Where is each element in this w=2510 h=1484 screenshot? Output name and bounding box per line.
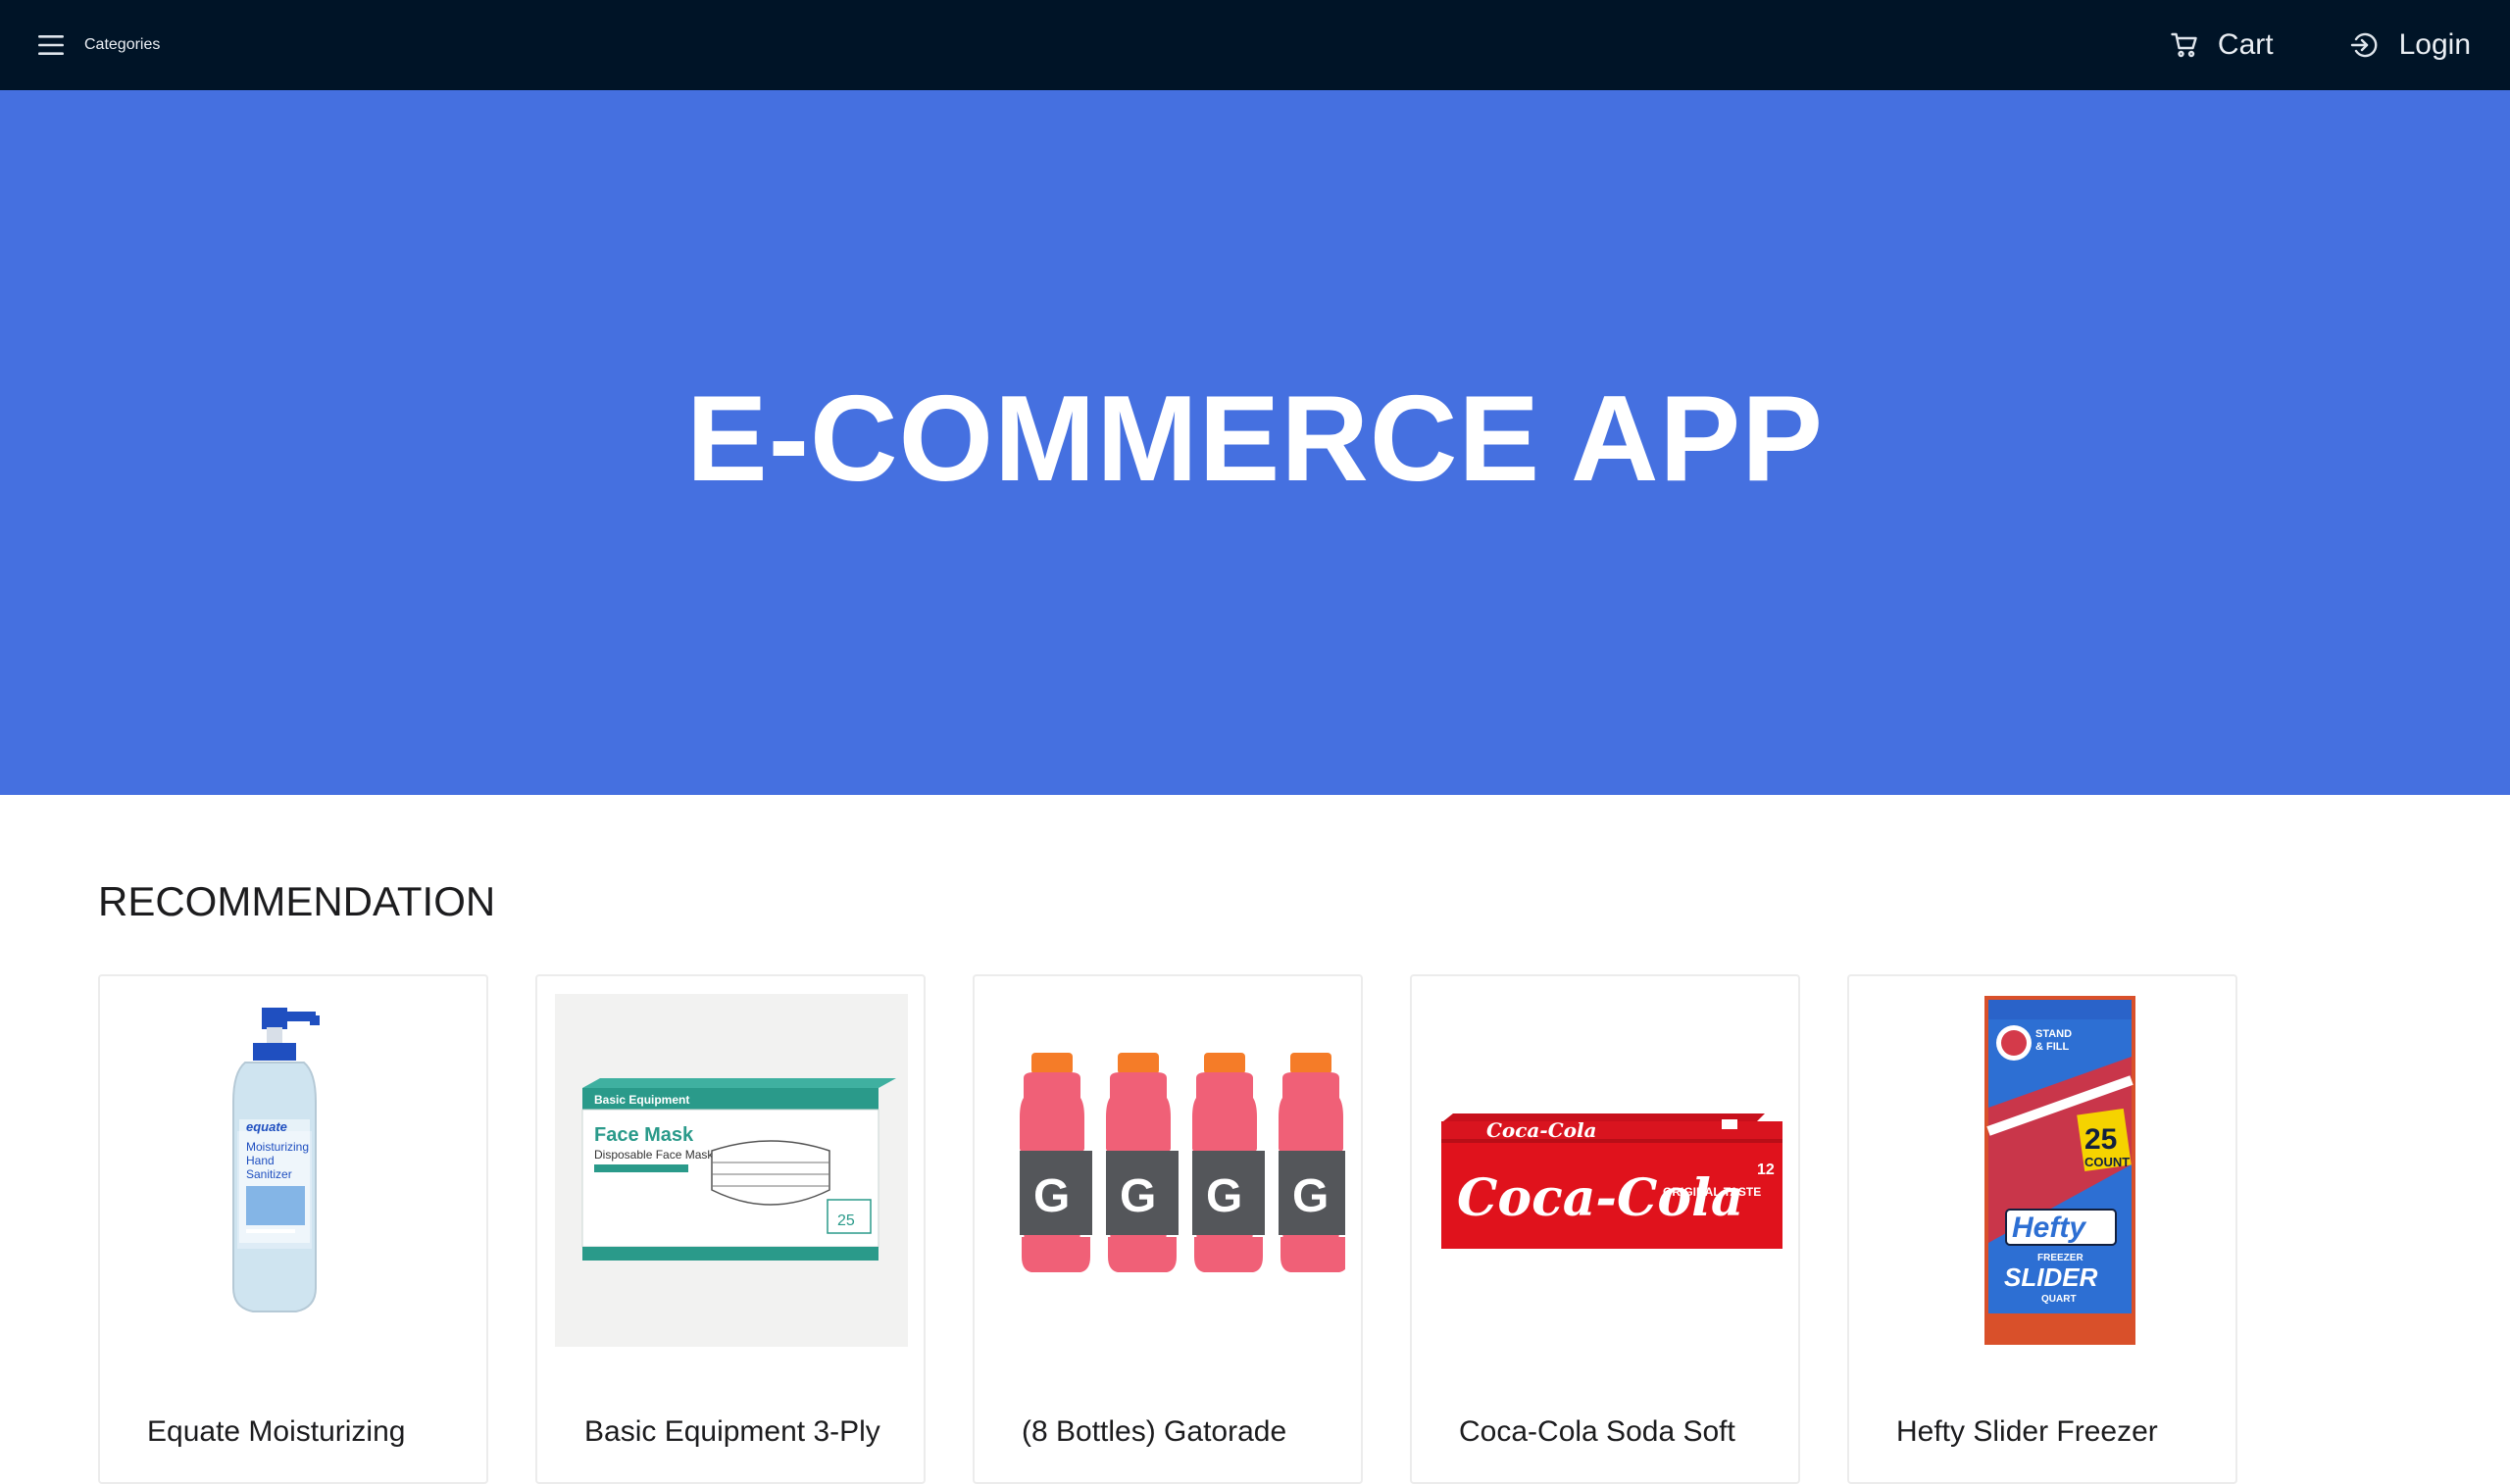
svg-text:STAND: STAND [2035, 1028, 2072, 1040]
svg-text:Basic Equipment: Basic Equipment [594, 1093, 689, 1107]
categories-menu-button[interactable]: Categories [37, 0, 160, 90]
svg-text:Face Mask: Face Mask [594, 1124, 694, 1146]
svg-text:G: G [1120, 1170, 1156, 1222]
product-image-gatorade: GGGG [992, 994, 1345, 1347]
svg-text:Disposable Face Mask: Disposable Face Mask [594, 1148, 714, 1162]
svg-text:25: 25 [837, 1212, 855, 1229]
product-card[interactable]: Basic Equipment Face Mask Disposable Fac… [535, 974, 926, 1484]
svg-text:Moisturizing: Moisturizing [246, 1140, 309, 1154]
svg-text:Sanitizer: Sanitizer [246, 1167, 292, 1181]
product-image-hefty-slider: STAND & FILL 25 COUNT Hefty FREEZER SLID… [1867, 994, 2220, 1347]
login-label: Login [2398, 28, 2471, 61]
login-button[interactable]: Login [2350, 28, 2471, 62]
svg-text:G: G [1033, 1170, 1070, 1222]
product-card[interactable]: Coca-Cola Coca-Cola ORIGINAL TASTE 12 Co… [1410, 974, 1800, 1484]
product-image-coca-cola: Coca-Cola Coca-Cola ORIGINAL TASTE 12 [1430, 994, 1782, 1347]
gatorade-bottle: G [1020, 1053, 1092, 1272]
svg-text:G: G [1292, 1170, 1329, 1222]
svg-text:Coca-Cola: Coca-Cola [1486, 1118, 1597, 1142]
product-image-face-mask: Basic Equipment Face Mask Disposable Fac… [555, 994, 908, 1347]
product-grid: equate Moisturizing Hand Sanitizer Equat… [98, 974, 2237, 1484]
cart-label: Cart [2217, 28, 2274, 61]
cart-button[interactable]: Cart [2171, 28, 2274, 62]
svg-text:COUNT: COUNT [2084, 1155, 2130, 1169]
product-title: Basic Equipment 3-Ply [584, 1415, 880, 1448]
login-icon [2350, 30, 2380, 60]
product-title: Equate Moisturizing [147, 1415, 406, 1448]
gatorade-bottle: G [1106, 1053, 1179, 1272]
gatorade-bottle: G [1192, 1053, 1265, 1272]
svg-text:SLIDER: SLIDER [2004, 1262, 2098, 1292]
section-title: RECOMMENDATION [98, 878, 496, 924]
product-image-hand-sanitizer: equate Moisturizing Hand Sanitizer [118, 994, 471, 1347]
product-card[interactable]: GGGG (8 Bottles) Gatorade [973, 974, 1363, 1484]
product-title: (8 Bottles) Gatorade [1022, 1415, 1287, 1448]
hero-banner: E-COMMERCE APP [0, 90, 2510, 795]
svg-text:G: G [1206, 1170, 1242, 1222]
svg-text:12: 12 [1757, 1162, 1775, 1178]
svg-text:Hand: Hand [246, 1154, 275, 1167]
product-title: Coca-Cola Soda Soft [1459, 1415, 1735, 1448]
svg-text:25: 25 [2084, 1123, 2117, 1156]
product-card[interactable]: STAND & FILL 25 COUNT Hefty FREEZER SLID… [1847, 974, 2237, 1484]
hamburger-icon [37, 33, 65, 57]
hero-title: E-COMMERCE APP [686, 371, 1824, 507]
sanitizer-brand: equate [246, 1119, 287, 1134]
svg-text:ORIGINAL TASTE: ORIGINAL TASTE [1663, 1185, 1761, 1199]
gatorade-bottle: G [1279, 1053, 1345, 1272]
product-title: Hefty Slider Freezer [1896, 1415, 2158, 1448]
navbar: Categories Cart Login [0, 0, 2510, 90]
svg-text:Hefty: Hefty [2012, 1212, 2086, 1244]
svg-text:& FILL: & FILL [2035, 1041, 2069, 1053]
categories-label: Categories [84, 36, 161, 53]
svg-text:QUART: QUART [2041, 1294, 2077, 1305]
cart-icon [2171, 32, 2198, 58]
product-card[interactable]: equate Moisturizing Hand Sanitizer Equat… [98, 974, 488, 1484]
